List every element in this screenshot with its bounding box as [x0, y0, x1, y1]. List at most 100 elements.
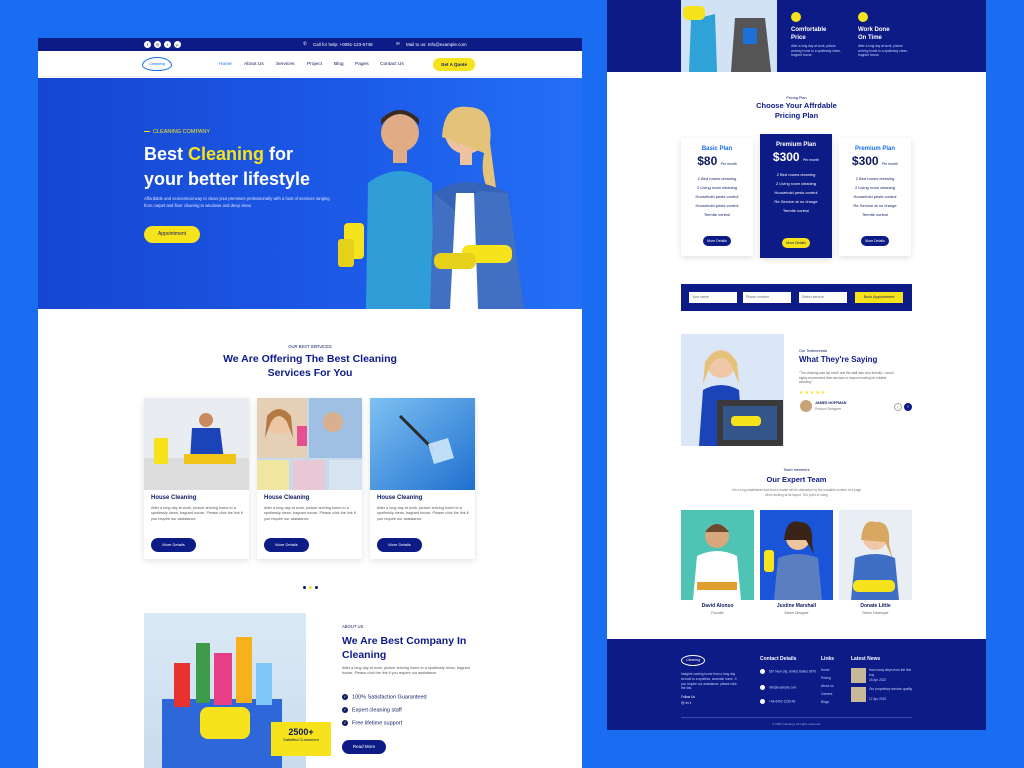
pricing-subtitle: Pricing Plan	[786, 96, 807, 100]
testimonial-photo	[681, 334, 784, 446]
footer-contact-heading: Contact Details	[760, 656, 797, 662]
service-card-title: House Cleaning	[377, 495, 423, 501]
twitter-icon[interactable]: t	[164, 41, 171, 48]
nav-project[interactable]: Project	[307, 62, 322, 67]
features-strip: Comfortable Price After a long day at wor…	[607, 0, 986, 72]
news-thumbnail[interactable]	[851, 687, 866, 702]
nav-contact[interactable]: Contact Us	[380, 62, 404, 67]
service-card-image	[370, 398, 475, 490]
hero-cleaners-photo	[338, 106, 524, 309]
landing-page-right: Comfortable Price After a long day at wor…	[607, 0, 986, 730]
service-card: House Cleaning After a long day at work,…	[144, 398, 249, 559]
instagram-icon[interactable]: ◎	[154, 41, 161, 48]
name-input[interactable]: Your name	[689, 292, 737, 303]
get-quote-button[interactable]: Get A Quote	[433, 58, 475, 71]
help-phone[interactable]: Call for help: +0091-123-6748	[313, 42, 373, 47]
nav-blog[interactable]: Blog	[334, 62, 344, 67]
service-card-image	[144, 398, 249, 490]
appointment-button[interactable]: Appointment	[144, 226, 200, 243]
landing-page-left: f ◎ t p ✆ Call for help: +0091-123-6748 …	[38, 38, 582, 768]
book-appointment-button[interactable]: Book Appointment	[855, 292, 903, 303]
main-nav: Cleaning Home About Us Services Project …	[38, 51, 582, 77]
prev-arrow-icon[interactable]: ‹	[894, 403, 902, 411]
service-card-desc: After a long day at work, picture arrivi…	[151, 506, 243, 521]
footer-link[interactable]: Careers	[821, 692, 832, 697]
services-title: We Are Offering The Best Cleaning Service…	[223, 353, 397, 379]
pricing-card: Premium Plan $300 Per month 2 Bed rooms …	[839, 138, 911, 256]
more-details-button[interactable]: More Details	[264, 538, 309, 552]
more-details-button[interactable]: More Details	[377, 538, 422, 552]
hero-description: Affordable and economical way to clean y…	[144, 196, 330, 208]
footer-address: 567 New city, United States 9876	[760, 669, 820, 674]
more-details-button[interactable]: More Details	[151, 538, 196, 552]
team-member-photo	[760, 510, 833, 600]
more-details-button[interactable]: More Details	[703, 236, 731, 246]
service-card: House Cleaning After a long day at work,…	[257, 398, 362, 559]
footer: Cleaning Imagine coming home from a long…	[607, 639, 986, 730]
social-icons[interactable]: ◎ in t	[681, 700, 691, 706]
service-card: House Cleaning After a long day at work,…	[370, 398, 475, 559]
facebook-icon[interactable]: f	[144, 41, 151, 48]
check-item: ✓ Free lifetime support	[342, 720, 403, 727]
about-description: After a long day at work, picture arrivi…	[342, 666, 470, 676]
pricing-card-featured: Premium Plan $300 Per month 2 Bed rooms …	[760, 134, 832, 258]
cleaners-photo	[681, 0, 777, 72]
site-logo[interactable]: Cleaning	[142, 57, 172, 71]
footer-links-heading: Links	[821, 656, 835, 662]
feature-item: Comfortable Price After a long day at wor…	[791, 12, 847, 58]
hero-tag: CLEANING COMPANY	[144, 129, 210, 135]
news-date: 17 Apr 2022	[869, 697, 887, 701]
member-role: Senior Developer	[862, 611, 889, 615]
news-thumbnail[interactable]	[851, 668, 866, 683]
team-member-photo	[839, 510, 912, 600]
news-date: 16 Apr 2022	[869, 678, 887, 682]
footer-link[interactable]: Blogs	[821, 700, 829, 705]
service-card-image	[257, 398, 362, 490]
copyright: © 2022 Cleaning. All rights reserved.	[772, 722, 821, 726]
phone-icon: ✆	[303, 41, 307, 46]
check-item: ✓ 100% Satisfaction Guaranteed	[342, 694, 427, 701]
service-select[interactable]: Select service	[799, 292, 847, 303]
mail-icon	[760, 685, 765, 690]
footer-email[interactable]: info@example.com	[760, 685, 796, 690]
member-name: Donate Little	[860, 603, 891, 609]
nav-services[interactable]: Services	[276, 62, 294, 67]
footer-logo[interactable]: Cleaning	[681, 655, 705, 666]
news-title[interactable]: Our proprietary window quality	[869, 687, 913, 692]
service-card-title: House Cleaning	[264, 495, 310, 501]
footer-link[interactable]: Pricing	[821, 676, 831, 681]
clock-icon	[858, 12, 868, 22]
member-name: Justine Marshall	[776, 603, 817, 609]
team-subtitle: Team members	[783, 468, 810, 472]
more-details-button[interactable]: More Details	[782, 238, 810, 248]
location-icon	[760, 669, 765, 674]
team-member-photo	[681, 510, 754, 600]
hero-title: Best Cleaning for your better lifestyle	[144, 144, 311, 189]
check-icon: ✓	[342, 707, 348, 713]
more-details-button[interactable]: More Details	[861, 236, 889, 246]
check-icon: ✓	[342, 694, 348, 700]
footer-link[interactable]: Home	[821, 668, 830, 673]
footer-phone[interactable]: +44-6452-1235-45	[760, 699, 795, 704]
testimonial-subtitle: Our Testimonials	[799, 349, 828, 353]
carousel-dots[interactable]	[301, 576, 319, 594]
nav-about[interactable]: About Us	[244, 62, 264, 67]
read-more-button[interactable]: Read More	[342, 740, 386, 754]
check-icon: ✓	[342, 720, 348, 726]
service-card-desc: After a long day at work, picture arrivi…	[377, 506, 469, 521]
pinterest-icon[interactable]: p	[174, 41, 181, 48]
help-mail[interactable]: Mail to us: Info@example.com	[406, 42, 467, 47]
testimonial-name: JAMES HOFFMAN	[815, 401, 847, 405]
news-title[interactable]: How many steps from the first buy	[869, 668, 913, 678]
team-title: Our Expert Team	[766, 475, 827, 484]
nav-home[interactable]: Home	[219, 62, 232, 67]
feature-item: Work Done On Time After a long day at wor…	[858, 12, 914, 58]
services-subtitle: OUR BEST SERVICES	[288, 344, 332, 349]
nav-pages[interactable]: Pages	[355, 62, 369, 67]
footer-link[interactable]: About us	[821, 684, 834, 689]
phone-icon	[760, 699, 765, 704]
service-card-title: House Cleaning	[151, 495, 197, 501]
phone-input[interactable]: Phone number	[743, 292, 791, 303]
next-arrow-icon[interactable]: ›	[904, 403, 912, 411]
check-item: ✓ Expert cleaning staff	[342, 707, 402, 714]
